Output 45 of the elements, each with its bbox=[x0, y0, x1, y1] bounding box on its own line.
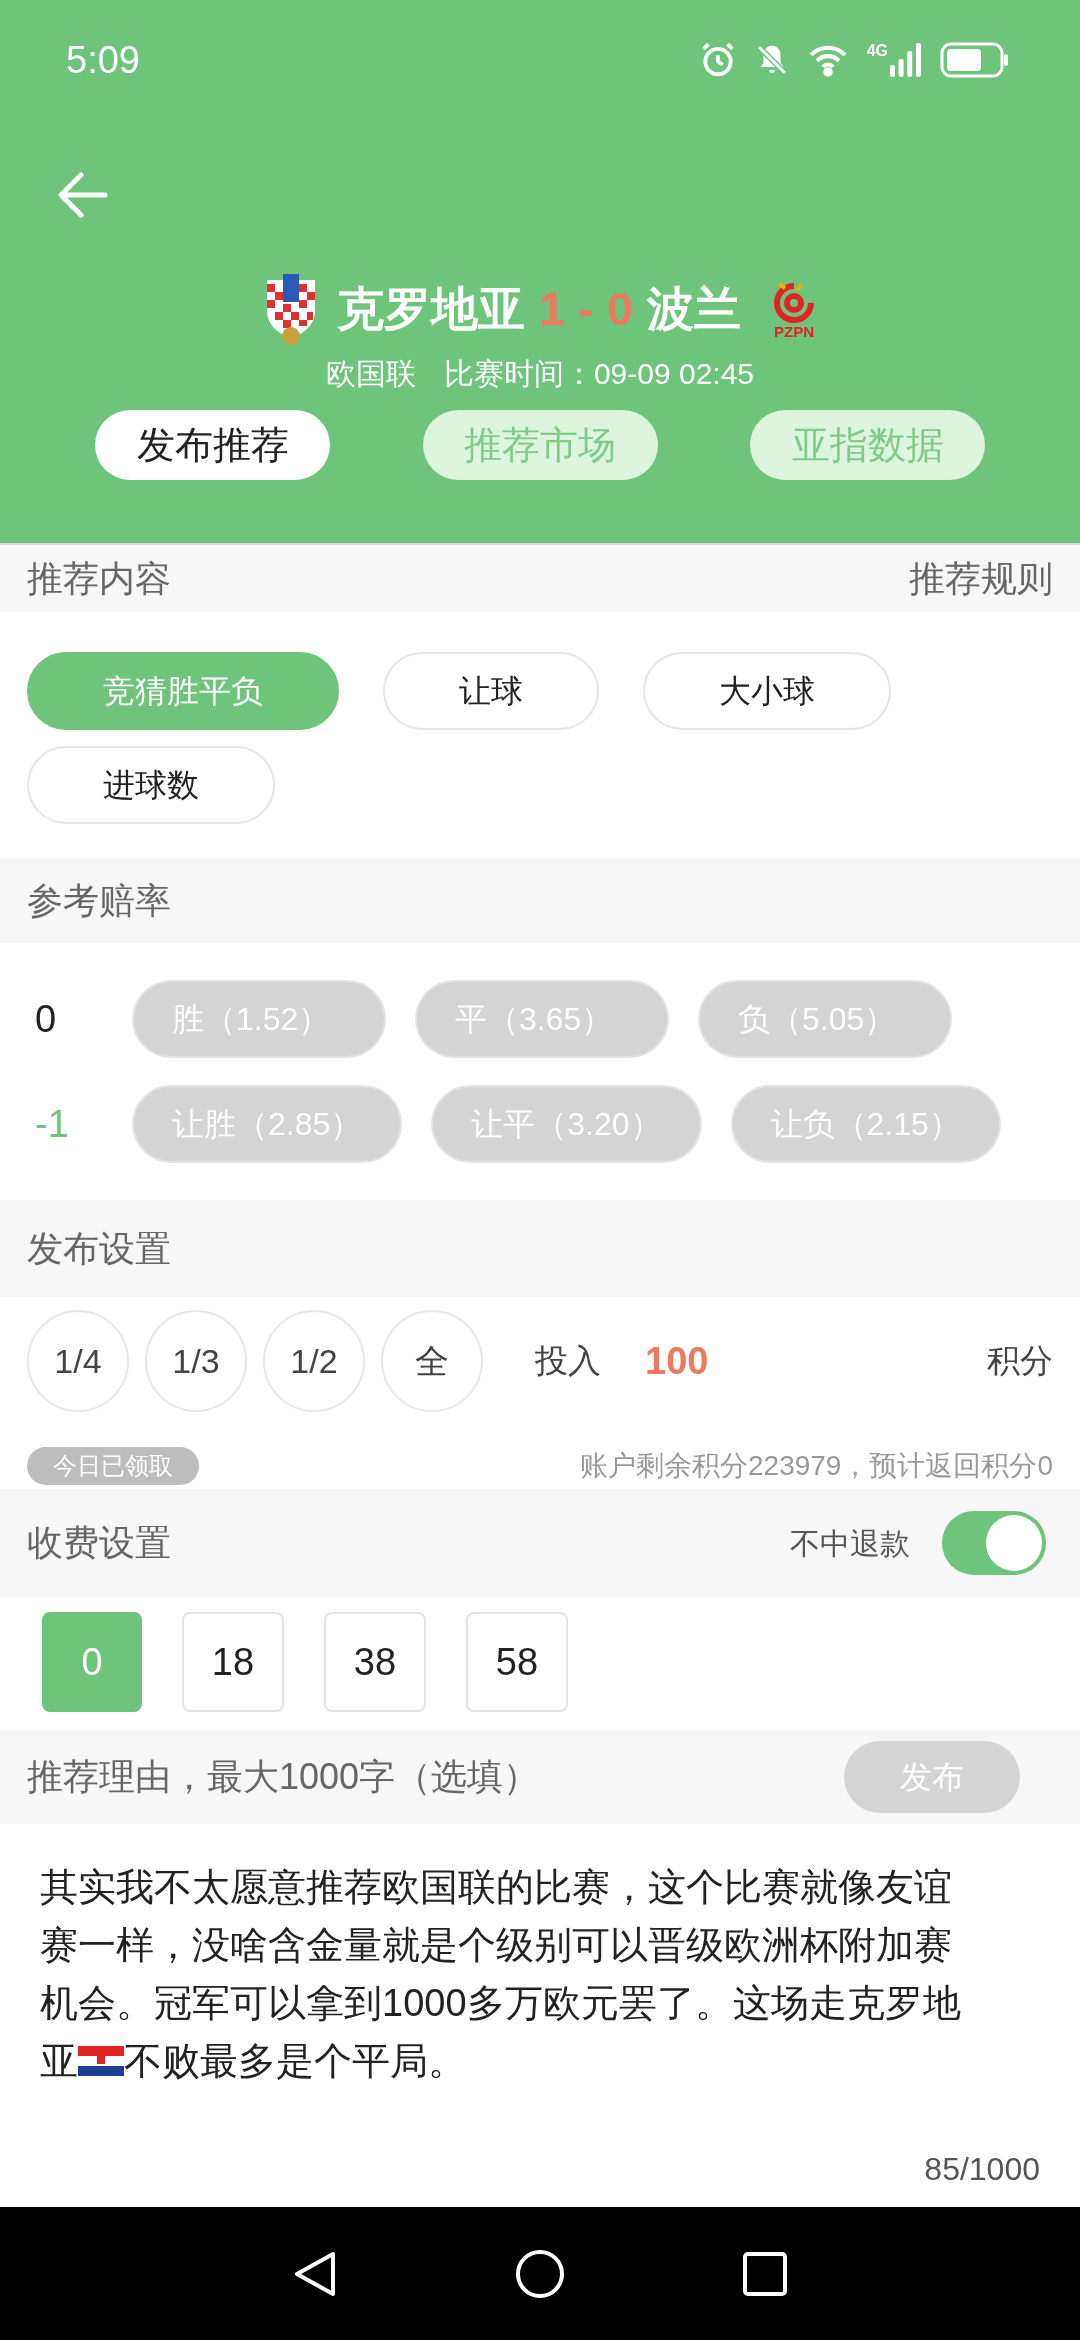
handicap-label: -1 bbox=[34, 1101, 70, 1147]
reason-text: 其实我不太愿意推荐欧国联的比赛，这个比赛就像友谊 bbox=[40, 1865, 952, 1910]
section-title: 收费设置 bbox=[27, 1521, 171, 1565]
away-team-name: 波兰 bbox=[647, 280, 741, 337]
fraction-option[interactable]: 1/2 bbox=[263, 1310, 365, 1412]
character-counter: 85/1000 bbox=[924, 2150, 1040, 2189]
status-time: 5:09 bbox=[66, 37, 140, 83]
section-title: 推荐内容 bbox=[27, 556, 171, 601]
stake-label: 投入 bbox=[535, 1341, 601, 1382]
fraction-option[interactable]: 全 bbox=[381, 1310, 483, 1412]
stake-amount: 100 bbox=[645, 1338, 709, 1384]
section-title: 参考赔率 bbox=[27, 878, 171, 923]
signal-icon bbox=[890, 43, 922, 77]
reason-text: 机会。冠军可以拿到1000多万欧元罢了。这场走克罗地 bbox=[40, 1981, 961, 2026]
refund-label: 不中退款 bbox=[790, 1525, 910, 1562]
bet-type-option[interactable]: 大小球 bbox=[643, 652, 891, 730]
rules-link[interactable]: 推荐规则 bbox=[909, 551, 1053, 606]
match-time: 比赛时间：09-09 02:45 bbox=[443, 355, 755, 392]
handicap-label: 0 bbox=[34, 996, 58, 1042]
battery-icon bbox=[940, 42, 1010, 78]
match-score: 1 - 0 bbox=[538, 280, 633, 337]
network-label: 4G bbox=[866, 43, 888, 59]
back-icon[interactable] bbox=[293, 2249, 337, 2298]
reason-text: 不败最多是个平局。 bbox=[124, 2039, 466, 2084]
fee-option[interactable]: 58 bbox=[466, 1612, 568, 1712]
croatian-flag-icon bbox=[78, 2046, 124, 2076]
section-title: 推荐理由，最大1000字（选填） bbox=[27, 1755, 540, 1799]
recents-icon[interactable] bbox=[743, 2251, 787, 2296]
league-name: 欧国联 bbox=[325, 355, 416, 392]
bet-type-option[interactable]: 进球数 bbox=[27, 746, 275, 824]
reason-text: 亚 bbox=[40, 2039, 78, 2084]
section-title: 发布设置 bbox=[27, 1226, 171, 1271]
fraction-option[interactable]: 1/3 bbox=[145, 1310, 247, 1412]
fee-option[interactable]: 18 bbox=[182, 1612, 284, 1712]
fraction-option[interactable]: 1/4 bbox=[27, 1310, 129, 1412]
bet-type-option[interactable]: 让球 bbox=[383, 652, 599, 730]
claimed-badge: 今日已领取 bbox=[27, 1447, 199, 1485]
reason-text: 赛一样，没啥含金量就是个级别可以晋级欧洲杯附加赛 bbox=[40, 1923, 952, 1968]
balance-text: 账户剩余积分223979，预计返回积分0 bbox=[580, 1449, 1053, 1483]
fee-option[interactable]: 38 bbox=[324, 1612, 426, 1712]
unit-label: 积分 bbox=[987, 1341, 1053, 1382]
crest-text: PZPN bbox=[774, 323, 814, 339]
home-icon[interactable] bbox=[515, 2248, 565, 2299]
home-team-name: 克罗地亚 bbox=[336, 280, 525, 337]
tab[interactable]: 发布推荐 bbox=[95, 410, 330, 480]
